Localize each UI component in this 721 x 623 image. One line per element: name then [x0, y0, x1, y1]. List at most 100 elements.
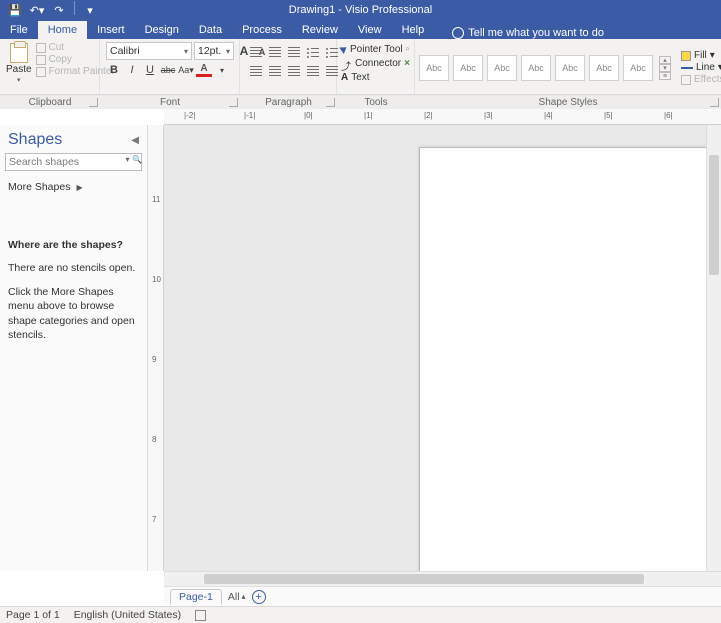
- paragraph-label: Paragraph: [240, 96, 337, 109]
- group-paragraph: [240, 39, 337, 94]
- canvas-area[interactable]: [164, 125, 721, 571]
- page-tab-1[interactable]: Page-1: [170, 589, 222, 605]
- undo-button[interactable]: ↶▾: [28, 1, 46, 19]
- align-middle-button[interactable]: [266, 43, 283, 60]
- more-shapes-button[interactable]: More Shapes ▶: [0, 175, 147, 199]
- save-icon[interactable]: 💾: [6, 1, 24, 19]
- group-tools: Pointer Tool▫ ⤴Connector× AText: [337, 39, 415, 94]
- tab-help[interactable]: Help: [392, 21, 435, 39]
- font-label: Font: [100, 96, 240, 109]
- collapse-pane-button[interactable]: ◀: [131, 135, 139, 146]
- shapes-pane: Shapes ◀ ▾🔍 More Shapes ▶ Where are the …: [0, 125, 148, 571]
- styles-launcher[interactable]: [710, 98, 719, 107]
- change-case-button[interactable]: Aa▾: [178, 62, 194, 78]
- fill-icon: [681, 51, 691, 61]
- add-page-button[interactable]: +: [252, 590, 266, 604]
- style-tile-1[interactable]: Abc: [419, 55, 449, 81]
- search-shapes-input[interactable]: [5, 153, 142, 171]
- search-icon[interactable]: 🔍: [132, 155, 139, 168]
- align-right-button[interactable]: [285, 62, 302, 79]
- align-center-button[interactable]: [266, 62, 283, 79]
- gallery-up-icon[interactable]: ▴: [659, 56, 671, 64]
- group-shape-styles: Abc Abc Abc Abc Abc Abc Abc ▴ ▾ ≡ Fill▾ …: [415, 39, 721, 94]
- more-shapes-label: More Shapes: [8, 181, 70, 193]
- connector-tool-button[interactable]: ⤴Connector×: [341, 56, 410, 70]
- vertical-ruler[interactable]: 11 10 9 8 7: [148, 125, 164, 571]
- align-bottom-button[interactable]: [285, 43, 302, 60]
- vertical-scrollbar[interactable]: [706, 125, 721, 571]
- horizontal-scrollbar[interactable]: [164, 571, 721, 586]
- chevron-right-icon: ▶: [76, 183, 82, 192]
- page-indicator[interactable]: Page 1 of 1: [6, 609, 60, 621]
- all-pages-button[interactable]: All▴: [228, 591, 246, 603]
- font-launcher[interactable]: [229, 98, 238, 107]
- style-tile-3[interactable]: Abc: [487, 55, 517, 81]
- horizontal-ruler[interactable]: |-2||-1||0||1||2||3||4||5||6||7||8|: [164, 109, 721, 125]
- status-bar: Page 1 of 1 English (United States): [0, 606, 721, 623]
- drawing-page[interactable]: [419, 147, 721, 571]
- group-font: Calibri▾ 12pt.▾ A A B I U abc Aa▾ A ▾: [100, 39, 240, 94]
- clipboard-label: Clipboard: [0, 96, 100, 109]
- text-icon: A: [341, 72, 348, 83]
- tab-design[interactable]: Design: [135, 21, 189, 39]
- window-title: Drawing1 - Visio Professional: [289, 4, 432, 16]
- strikethrough-button[interactable]: abc: [160, 62, 176, 78]
- align-left-button[interactable]: [247, 62, 264, 79]
- font-name-combo[interactable]: Calibri▾: [106, 42, 192, 60]
- bold-button[interactable]: B: [106, 62, 122, 78]
- chevron-down-icon: ▾: [222, 47, 230, 56]
- font-color-dropdown[interactable]: ▾: [214, 62, 230, 78]
- decrease-indent-button[interactable]: [304, 62, 321, 79]
- text-tool-button[interactable]: AText: [341, 70, 370, 84]
- style-tile-4[interactable]: Abc: [521, 55, 551, 81]
- bullets-button[interactable]: [304, 43, 321, 60]
- ribbon-group-labels: Clipboard Font Paragraph Tools Shape Sty…: [0, 95, 721, 109]
- tab-data[interactable]: Data: [189, 21, 232, 39]
- gallery-down-icon[interactable]: ▾: [659, 64, 671, 72]
- search-dropdown-button[interactable]: ▾: [124, 155, 131, 168]
- ribbon-tabs: File Home Insert Design Data Process Rev…: [0, 20, 721, 39]
- scrollbar-thumb[interactable]: [204, 574, 644, 584]
- effects-icon: [681, 75, 691, 85]
- empty-line-2: Click the More Shapes menu above to brow…: [8, 285, 139, 342]
- underline-button[interactable]: U: [142, 62, 158, 78]
- brush-icon: [36, 67, 46, 77]
- tab-view[interactable]: View: [348, 21, 392, 39]
- style-tile-7[interactable]: Abc: [623, 55, 653, 81]
- group-clipboard: Paste ▾ Cut Copy Format Painter: [0, 39, 100, 94]
- page-tabs: Page-1 All▴ +: [164, 586, 721, 606]
- customize-qa-button[interactable]: ▾: [81, 1, 99, 19]
- style-gallery-nav[interactable]: ▴ ▾ ≡: [659, 56, 671, 80]
- tab-process[interactable]: Process: [232, 21, 292, 39]
- tell-me-search[interactable]: Tell me what you want to do: [448, 27, 608, 39]
- paste-button[interactable]: Paste ▾: [4, 41, 34, 84]
- paragraph-launcher[interactable]: [326, 98, 335, 107]
- font-size-combo[interactable]: 12pt.▾: [194, 42, 234, 60]
- style-tile-6[interactable]: Abc: [589, 55, 619, 81]
- font-color-button[interactable]: A: [196, 63, 212, 77]
- close-icon[interactable]: ×: [404, 58, 410, 69]
- tab-file[interactable]: File: [0, 21, 38, 39]
- fill-button[interactable]: Fill▾: [681, 50, 721, 61]
- chevron-down-icon: ▾: [180, 47, 188, 56]
- clipboard-launcher[interactable]: [89, 98, 98, 107]
- effects-button[interactable]: Effects▾: [681, 74, 721, 85]
- tab-home[interactable]: Home: [38, 21, 87, 39]
- macro-record-button[interactable]: [195, 610, 206, 621]
- tab-insert[interactable]: Insert: [87, 21, 135, 39]
- line-icon: [681, 67, 693, 69]
- gallery-more-icon[interactable]: ≡: [659, 72, 671, 80]
- style-tile-5[interactable]: Abc: [555, 55, 585, 81]
- ribbon: Paste ▾ Cut Copy Format Painter Calibri▾…: [0, 39, 721, 95]
- scrollbar-thumb[interactable]: [709, 155, 719, 275]
- language-indicator[interactable]: English (United States): [74, 609, 181, 621]
- pointer-tool-button[interactable]: Pointer Tool▫: [341, 42, 409, 56]
- clipboard-icon: [10, 43, 28, 63]
- italic-button[interactable]: I: [124, 62, 140, 78]
- align-top-button[interactable]: [247, 43, 264, 60]
- empty-line-1: There are no stencils open.: [8, 261, 139, 275]
- line-button[interactable]: Line▾: [681, 62, 721, 73]
- redo-button[interactable]: ↷: [50, 1, 68, 19]
- tab-review[interactable]: Review: [292, 21, 348, 39]
- style-tile-2[interactable]: Abc: [453, 55, 483, 81]
